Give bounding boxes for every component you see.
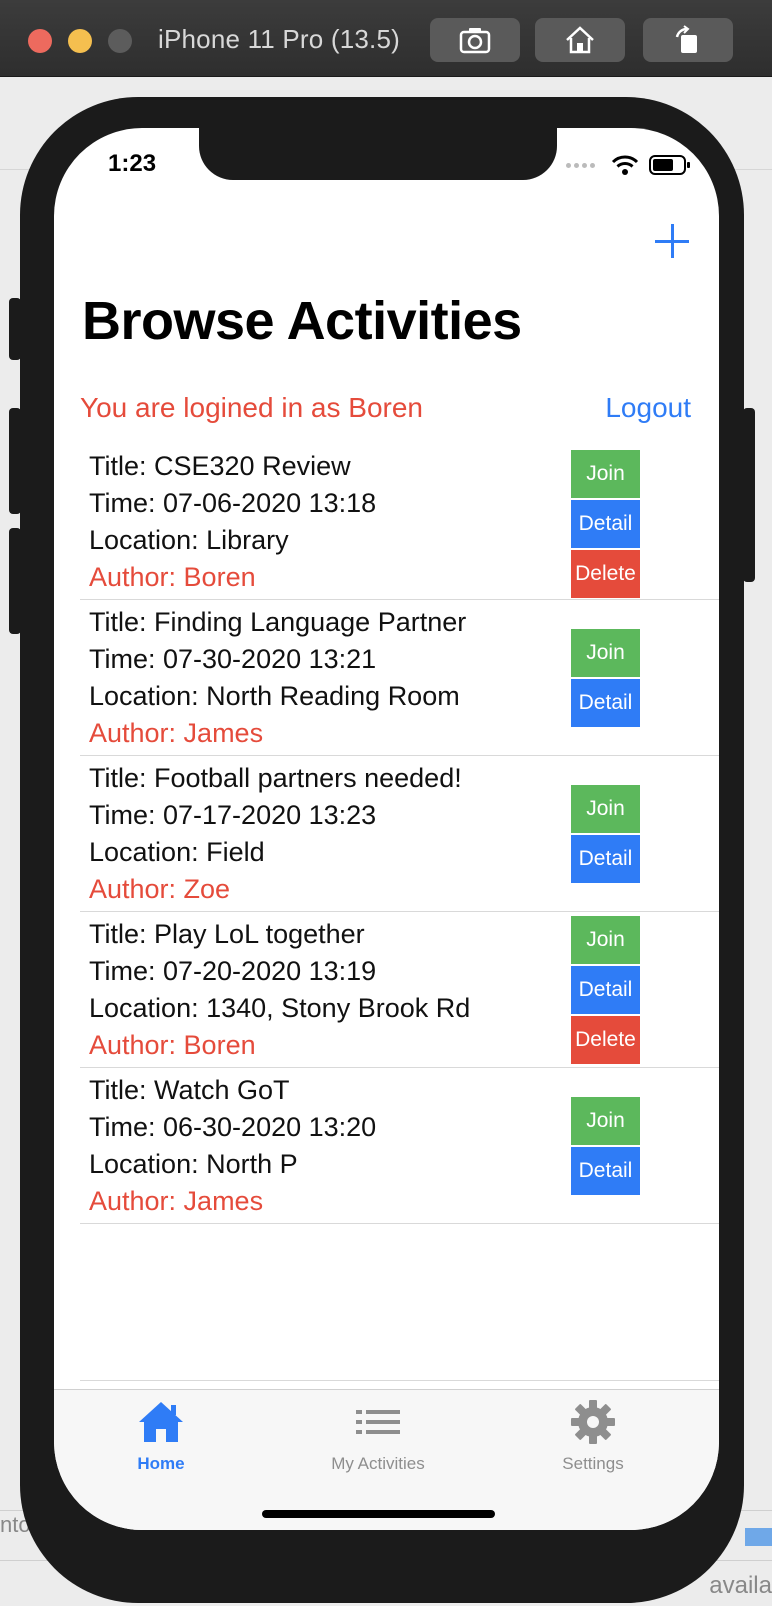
background-highlight	[745, 1528, 772, 1546]
tab-home[interactable]: Home	[91, 1398, 231, 1474]
activity-location: Location: North P	[89, 1149, 298, 1179]
house-icon	[566, 26, 594, 54]
join-button[interactable]: Join	[571, 450, 640, 498]
page-title: Browse Activities	[82, 291, 522, 351]
wifi-icon	[611, 155, 639, 175]
activity-title: Title: Football partners needed!	[89, 763, 462, 793]
activity-author: Author: Boren	[89, 1030, 256, 1060]
signal-icon	[566, 162, 595, 168]
tab-label: Settings	[562, 1454, 624, 1473]
zoom-window-button[interactable]	[108, 29, 132, 53]
activity-author: Author: James	[89, 718, 264, 748]
detail-button[interactable]: Detail	[571, 1147, 640, 1195]
activity-title: Title: Watch GoT	[89, 1075, 290, 1105]
tab-my-activities[interactable]: My Activities	[308, 1398, 448, 1474]
battery-icon	[649, 155, 690, 175]
activity-row[interactable]: Title: Watch GoT Time: 06-30-2020 13:20 …	[80, 1068, 719, 1224]
add-activity-button[interactable]	[655, 224, 689, 258]
activity-time: Time: 06-30-2020 13:20	[89, 1112, 377, 1142]
phone-screen: 1:23 Browse Activities You are logined i…	[54, 128, 719, 1530]
activity-title: Title: Play LoL together	[89, 919, 365, 949]
screenshot-button[interactable]	[430, 18, 520, 62]
logout-button[interactable]: Logout	[605, 392, 691, 424]
activity-location: Location: 1340, Stony Brook Rd	[89, 993, 471, 1023]
join-button[interactable]: Join	[571, 785, 640, 833]
list-icon	[356, 1410, 400, 1434]
activity-row[interactable]: Title: Play LoL together Time: 07-20-202…	[80, 912, 719, 1068]
tab-label: Home	[137, 1454, 185, 1473]
home-icon	[139, 1402, 183, 1442]
status-time: 1:23	[108, 150, 157, 177]
activity-time: Time: 07-06-2020 13:18	[89, 488, 377, 518]
logged-in-status: You are logined in as Boren	[80, 392, 423, 423]
activity-author: Author: James	[89, 1186, 264, 1216]
activity-row[interactable]: Title: CSE320 Review Time: 07-06-2020 13…	[80, 444, 719, 600]
home-indicator[interactable]	[262, 1510, 495, 1518]
notch	[199, 128, 557, 180]
home-device-button[interactable]	[535, 18, 625, 62]
delete-button[interactable]: Delete	[571, 1016, 640, 1064]
activity-title: Title: Finding Language Partner	[89, 607, 467, 637]
activity-location: Location: Field	[89, 837, 265, 867]
detail-button[interactable]: Detail	[571, 679, 640, 727]
detail-button[interactable]: Detail	[571, 835, 640, 883]
join-button[interactable]: Join	[571, 916, 640, 964]
activity-title: Title: CSE320 Review	[89, 451, 351, 481]
activity-row[interactable]: Title: Finding Language Partner Time: 07…	[80, 600, 719, 756]
camera-icon	[459, 28, 491, 54]
rotate-icon	[675, 25, 697, 53]
activity-list: Title: CSE320 Review Time: 07-06-2020 13…	[80, 444, 719, 1224]
activity-time: Time: 07-20-2020 13:19	[89, 956, 377, 986]
minimize-window-button[interactable]	[68, 29, 92, 53]
rotate-device-button[interactable]	[643, 18, 733, 62]
simulator-title: iPhone 11 Pro (13.5)	[158, 24, 400, 54]
delete-button[interactable]: Delete	[571, 550, 640, 598]
activity-location: Location: Library	[89, 525, 289, 555]
simulator-title-bar: iPhone 11 Pro (13.5)	[0, 0, 772, 77]
join-button[interactable]: Join	[571, 629, 640, 677]
detail-button[interactable]: Detail	[571, 966, 640, 1014]
divider	[80, 1380, 719, 1381]
activity-time: Time: 07-17-2020 13:23	[89, 800, 377, 830]
tab-bar: Home My Activities Settings	[54, 1389, 719, 1530]
status-icons	[566, 154, 691, 176]
power-button	[743, 408, 755, 582]
activity-row[interactable]: Title: Football partners needed! Time: 0…	[80, 756, 719, 912]
background-text-fragment: availa	[709, 1572, 772, 1599]
join-button[interactable]: Join	[571, 1097, 640, 1145]
close-window-button[interactable]	[28, 29, 52, 53]
tab-settings[interactable]: Settings	[523, 1398, 663, 1474]
activity-time: Time: 07-30-2020 13:21	[89, 644, 377, 674]
activity-author: Author: Zoe	[89, 874, 231, 904]
tab-label: My Activities	[331, 1454, 425, 1473]
activity-location: Location: North Reading Room	[89, 681, 460, 711]
gear-icon	[571, 1400, 615, 1444]
detail-button[interactable]: Detail	[571, 500, 640, 548]
activity-author: Author: Boren	[89, 562, 256, 592]
